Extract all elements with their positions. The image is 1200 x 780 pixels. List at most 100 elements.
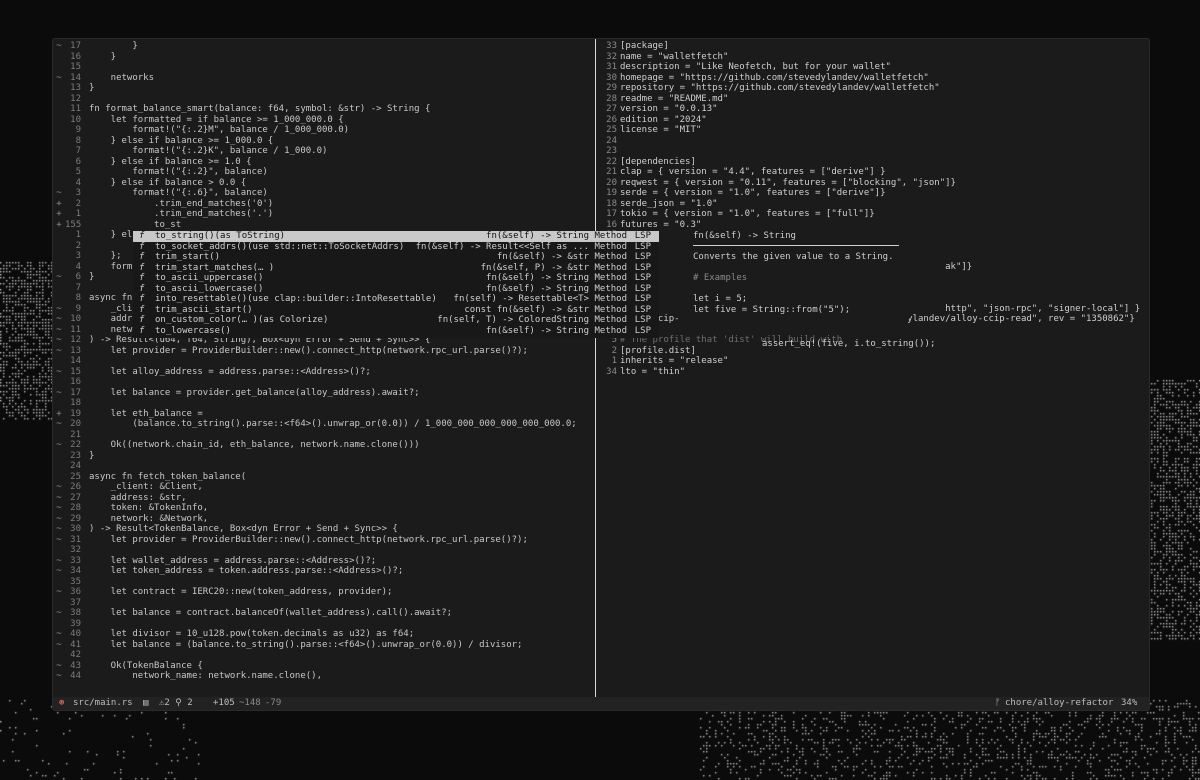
line-number: 10 [70, 114, 81, 125]
code-line[interactable]: 37 [53, 598, 595, 609]
completion-item[interactable]: f to_string()(as ToString) fn(&self) -> St… [133, 231, 659, 242]
code-line[interactable]: ~22 Ok((network.chain_id, eth_balance, n… [53, 440, 595, 451]
completion-item[interactable]: f trim_start() fn(&self) -> &str Method LSP [133, 252, 659, 263]
code-line[interactable]: ~33 let wallet_address = address.parse::… [53, 556, 595, 567]
code-line[interactable]: +2 .trim_end_matches('0') [53, 199, 595, 210]
code-line[interactable]: ~36 let contract = IERC20::new(token_add… [53, 587, 595, 598]
editor-pane-cargo-toml[interactable]: 33 [package] 32 name = "walletfetch" 31 descr… [597, 41, 1149, 696]
line-number: 18 [70, 398, 81, 408]
code-line[interactable]: ~31 let provider = ProviderBuilder::new(… [53, 535, 595, 546]
code-line[interactable]: 23} [53, 451, 595, 462]
code-line[interactable]: 5 format!("{:.2}", balance) [53, 167, 595, 178]
code-line[interactable]: ~27 address: &str, [53, 493, 595, 504]
code-line[interactable]: 8 } else if balance >= 1_000.0 { [53, 136, 595, 147]
completion-item[interactable]: f to_ascii_lowercase() fn(&self) -> String… [133, 284, 659, 295]
pane-divider[interactable] [595, 39, 596, 697]
code-line[interactable]: ~17 } [53, 41, 595, 52]
status-filename[interactable]: src/main.rs [73, 697, 133, 710]
code-line[interactable]: +19 let eth_balance = [53, 409, 595, 420]
code-line[interactable]: 13} [53, 83, 595, 94]
completion-item[interactable]: f into_resettable()(use clap::builder::In… [133, 294, 659, 305]
code-line[interactable]: ~20 (balance.to_string().parse::<f64>().… [53, 419, 595, 430]
toml-line[interactable]: 28 readme = "README.md" [597, 94, 1149, 105]
toml-line[interactable]: 33 [package] [597, 41, 1149, 52]
doc-code-line-1: let i = 5; [693, 294, 748, 304]
completion-item[interactable]: f trim_start_matches(… ) fn(&self, P) -> &… [133, 263, 659, 274]
code-line[interactable]: 39 [53, 619, 595, 630]
code-line[interactable]: ~43 Ok(TokenBalance { [53, 661, 595, 672]
code-text: forma [89, 261, 138, 272]
code-line[interactable]: ~26 _client: &Client, [53, 482, 595, 493]
code-line[interactable]: 18 [53, 398, 595, 409]
toml-line[interactable]: 19 serde = { version = "1.0", features = … [597, 188, 1149, 199]
completion-item[interactable]: f on_custom_color(… )(as Colorize) fn(self… [133, 315, 659, 326]
code-line[interactable]: ~41 let balance = (balance.to_string().p… [53, 640, 595, 651]
completion-menu[interactable]: f to_string()(as ToString) fn(&self) -> St… [133, 231, 659, 338]
code-line[interactable]: ~29 network: &Network, [53, 514, 595, 525]
code-line[interactable]: 6 } else if balance >= 1.0 { [53, 157, 595, 168]
code-line[interactable]: 9 format!("{:.2}M", balance / 1_000_000.… [53, 125, 595, 136]
code-line[interactable]: 10 let formatted = if balance >= 1_000_0… [53, 115, 595, 126]
code-line[interactable]: 25 async fn fetch_token_balance( [53, 472, 595, 483]
code-line[interactable]: ~15 let alloy_address = address.parse::<… [53, 367, 595, 378]
line-number: 7 [75, 146, 81, 156]
code-line[interactable]: +1 .trim_end_matches('.') [53, 209, 595, 220]
code-line[interactable]: 4 } else if balance > 0.0 { [53, 178, 595, 189]
code-line[interactable]: 12 [53, 94, 595, 105]
toml-line[interactable]: 21 clap = { version = "4.4", features = [… [597, 167, 1149, 178]
code-line[interactable]: 35 [53, 577, 595, 588]
git-gutter-mark: ~ [56, 513, 62, 524]
code-line[interactable]: 32 [53, 545, 595, 556]
toml-line[interactable]: 20 reqwest = { version = "0.11", features… [597, 178, 1149, 189]
completion-item[interactable]: f to_lowercase() fn(&self) -> String Method… [133, 326, 659, 337]
completion-item[interactable]: f to_socket_addrs()(use std::net::ToSocke… [133, 242, 659, 253]
toml-line[interactable]: 1 inherits = "release" [597, 356, 1149, 367]
line-number: 33 [70, 555, 81, 566]
code-line[interactable]: ~38 let balance = contract.balanceOf(wal… [53, 608, 595, 619]
toml-line[interactable]: 32 name = "walletfetch" [597, 52, 1149, 63]
code-text: let contract = IERC20::new(token_address… [89, 587, 393, 597]
toml-line[interactable]: 26 edition = "2024" [597, 115, 1149, 126]
completion-item[interactable]: f trim_ascii_start() const fn(&self) -> &s… [133, 305, 659, 316]
code-line[interactable]: 7 format!("{:.2}K", balance / 1_000.0) [53, 146, 595, 157]
toml-line[interactable]: 23 [597, 146, 1149, 157]
code-line[interactable]: ~3 format!("{:.6}", balance) [53, 188, 595, 199]
line-number: 10 [70, 314, 81, 324]
code-line[interactable]: 42 [53, 650, 595, 661]
status-branch[interactable]: chore/alloy-refactor [1005, 697, 1113, 710]
toml-line[interactable]: 18 serde_json = "1.0" [597, 199, 1149, 210]
toml-line[interactable]: 22 [dependencies] [597, 157, 1149, 168]
code-line[interactable]: 11 fn format_balance_smart(balance: f64, … [53, 104, 595, 115]
code-line[interactable]: ~34 let token_address = token.address.pa… [53, 566, 595, 577]
code-line[interactable]: ~30) -> Result<TokenBalance, Box<dyn Err… [53, 524, 595, 535]
toml-line[interactable]: 6 [597, 325, 1149, 336]
toml-line[interactable]: 25 license = "MIT" [597, 125, 1149, 136]
line-number: 27 [70, 492, 81, 503]
toml-line[interactable]: 31 description = "Like Neofetch, but for … [597, 62, 1149, 73]
toml-line[interactable]: 29 repository = "https://github.com/steve… [597, 83, 1149, 94]
code-line[interactable]: 16 [53, 377, 595, 388]
code-line[interactable]: ~44 network_name: network.name.clone(), [53, 671, 595, 682]
code-line[interactable]: 14 [53, 356, 595, 367]
code-line[interactable]: 15 [53, 62, 595, 73]
code-line[interactable]: 16 } [53, 52, 595, 63]
code-line[interactable]: +155 to_st [53, 220, 595, 231]
toml-line[interactable]: 27 version = "0.0.13" [597, 104, 1149, 115]
code-line[interactable]: ~17 let balance = provider.get_balance(a… [53, 388, 595, 399]
toml-line[interactable]: 17 tokio = { version = "1.0", features = … [597, 209, 1149, 220]
toml-line[interactable]: 24 [597, 136, 1149, 147]
completion-item[interactable]: f to_ascii_uppercase() fn(&self) -> String… [133, 273, 659, 284]
code-line[interactable]: 21 [53, 430, 595, 441]
code-line[interactable]: ~28 token: &TokenInfo, [53, 503, 595, 514]
toml-line[interactable]: 34 lto = "thin" [597, 367, 1149, 378]
code-line[interactable]: 24 [53, 461, 595, 472]
toml-line[interactable]: 30 homepage = "https://github.com/stevedy… [597, 73, 1149, 84]
code-line[interactable]: ~14 networks [53, 73, 595, 84]
code-text: network_name: network.name.clone(), [89, 671, 322, 681]
code-line[interactable]: ~13 let provider = ProviderBuilder::new(… [53, 346, 595, 357]
editor-pane-main-rs[interactable]: ~17 } 16 } 15 ~14 networks 13} 12 11 fn format_… [53, 41, 595, 696]
line-number: 37 [70, 597, 81, 608]
status-diagnostics[interactable]: ⚠2 ⚲ 2 [159, 697, 193, 710]
code-line[interactable]: ~40 let divisor = 10_u128.pow(token.deci… [53, 629, 595, 640]
